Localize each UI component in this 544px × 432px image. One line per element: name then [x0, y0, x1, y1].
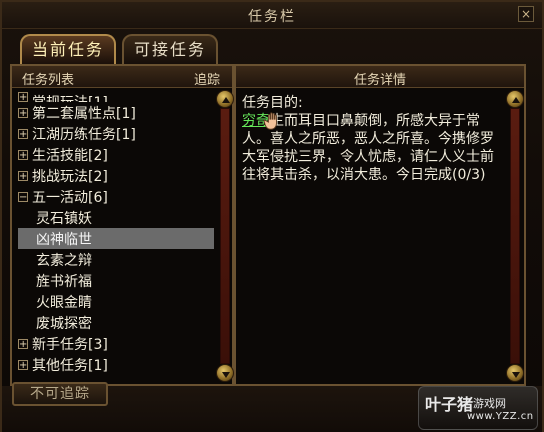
expand-icon[interactable]: +: [18, 359, 28, 370]
quest-group-label: 江湖历练任务[1]: [32, 126, 136, 143]
quest-subitem[interactable]: 火眼金睛: [18, 291, 214, 312]
tab-available-quests[interactable]: 可接任务: [122, 34, 218, 64]
quest-subitem-label: 火眼金睛: [36, 294, 92, 311]
watermark-url: www.YZZ.cn: [467, 411, 534, 422]
watermark-tag: 游戏网: [473, 397, 506, 410]
expand-icon[interactable]: +: [18, 128, 28, 139]
quest-group-item[interactable]: + 江湖历练任务[1]: [18, 123, 214, 144]
quest-list-scrollbar[interactable]: [216, 90, 234, 382]
quest-list-title: 任务列表: [22, 73, 75, 88]
quest-details-title: 任务详情: [353, 73, 406, 88]
quest-details-text: 任务目的: 穷奇生而耳目口鼻颠倒，所感大异于常人。喜人之所恶，恶人之所喜。今携修…: [242, 94, 504, 374]
tab-label: 当前任务: [31, 40, 104, 59]
quest-group-label: 挑战玩法[2]: [32, 168, 108, 185]
quest-list-header: 任务列表 追踪: [12, 66, 232, 88]
quest-subitem-selected[interactable]: 凶神临世: [18, 228, 214, 249]
quest-list-panel: 任务列表 追踪 + 常规玩法[1] + 第二套属性点[1] + 江湖历练任务[1…: [10, 64, 234, 386]
quest-group-item[interactable]: + 新手任务[3]: [18, 333, 214, 354]
tab-current-quests[interactable]: 当前任务: [20, 34, 116, 64]
expand-icon[interactable]: +: [18, 107, 28, 118]
quest-list: + 常规玩法[1] + 第二套属性点[1] + 江湖历练任务[1] + 生活技能…: [18, 92, 214, 382]
quest-details-scrollbar[interactable]: [506, 90, 524, 382]
quest-window: 任务栏 × 当前任务 可接任务 任务列表 追踪 + 常规玩法[1] + 第二套属…: [0, 0, 544, 432]
quest-group-label: 常规玩法[1]: [32, 92, 108, 102]
expand-icon[interactable]: +: [18, 92, 28, 102]
quest-subitem-label: 凶神临世: [36, 231, 92, 248]
scroll-track[interactable]: [220, 108, 230, 364]
window-title: 任务栏: [248, 9, 296, 25]
quest-subitem-label: 玄素之辩: [36, 252, 92, 269]
watermark-logo: 叶子猪 游戏网 www.YZZ.cn: [418, 386, 538, 430]
quest-subitem[interactable]: 废城探密: [18, 312, 214, 333]
quest-group-item[interactable]: + 常规玩法[1]: [18, 92, 214, 102]
tab-label: 可接任务: [133, 40, 206, 59]
quest-group-label: 生活技能[2]: [32, 147, 108, 164]
quest-subitem[interactable]: 灵石镇妖: [18, 207, 214, 228]
scroll-track[interactable]: [510, 108, 520, 364]
scroll-down-icon[interactable]: [506, 364, 524, 382]
quest-details-header: 任务详情: [236, 66, 524, 88]
quest-group-item[interactable]: + 生活技能[2]: [18, 144, 214, 165]
scroll-up-icon[interactable]: [216, 90, 234, 108]
quest-group-item-open[interactable]: − 五一活动[6]: [18, 186, 214, 207]
track-column-label: 追踪: [193, 73, 220, 88]
quest-group-item[interactable]: + 挑战玩法[2]: [18, 165, 214, 186]
scroll-down-icon[interactable]: [216, 364, 234, 382]
quest-group-label: 新手任务[3]: [32, 336, 108, 353]
quest-group-label: 其他任务[1]: [32, 357, 108, 374]
expand-icon[interactable]: +: [18, 149, 28, 160]
expand-icon[interactable]: +: [18, 338, 28, 349]
hand-cursor-icon: [263, 112, 277, 130]
quest-subitem-label: 灵石镇妖: [36, 210, 92, 227]
quest-subitem[interactable]: 玄素之辩: [18, 249, 214, 270]
quest-group-item[interactable]: + 其他任务[1]: [18, 354, 214, 375]
quest-group-item[interactable]: + 第二套属性点[1]: [18, 102, 214, 123]
quest-subitem-label: 旌书祈福: [36, 273, 92, 290]
quest-subitem-label: 废城探密: [36, 315, 92, 332]
title-bar: 任务栏 ×: [2, 2, 542, 29]
quest-group-label: 五一活动[6]: [32, 189, 108, 206]
expand-icon[interactable]: +: [18, 170, 28, 181]
untrack-button-label: 不可追踪: [30, 386, 90, 402]
quest-group-label: 第二套属性点[1]: [32, 105, 136, 122]
collapse-icon[interactable]: −: [18, 191, 28, 202]
close-icon: ×: [520, 7, 532, 21]
watermark-brand: 叶子猪: [425, 395, 474, 414]
close-button[interactable]: ×: [518, 6, 534, 22]
quest-subitem[interactable]: 旌书祈福: [18, 270, 214, 291]
scroll-up-icon[interactable]: [506, 90, 524, 108]
untrack-button[interactable]: 不可追踪: [12, 382, 108, 406]
